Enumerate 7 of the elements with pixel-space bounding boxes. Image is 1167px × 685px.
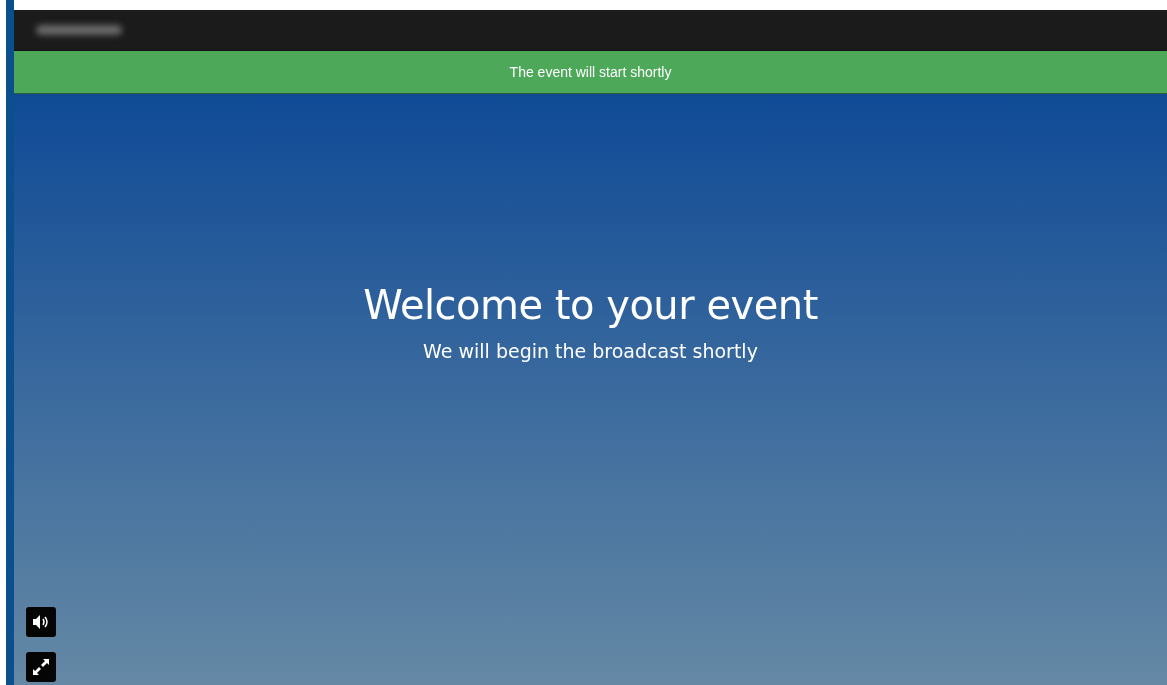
volume-button[interactable] — [26, 607, 56, 637]
expand-icon — [31, 657, 51, 677]
banner-message: The event will start shortly — [509, 64, 672, 80]
welcome-title: Welcome to your event — [363, 282, 818, 328]
speaker-icon — [32, 614, 50, 630]
welcome-subtitle: We will begin the broadcast shortly — [423, 340, 758, 362]
fullscreen-button[interactable] — [26, 652, 56, 682]
